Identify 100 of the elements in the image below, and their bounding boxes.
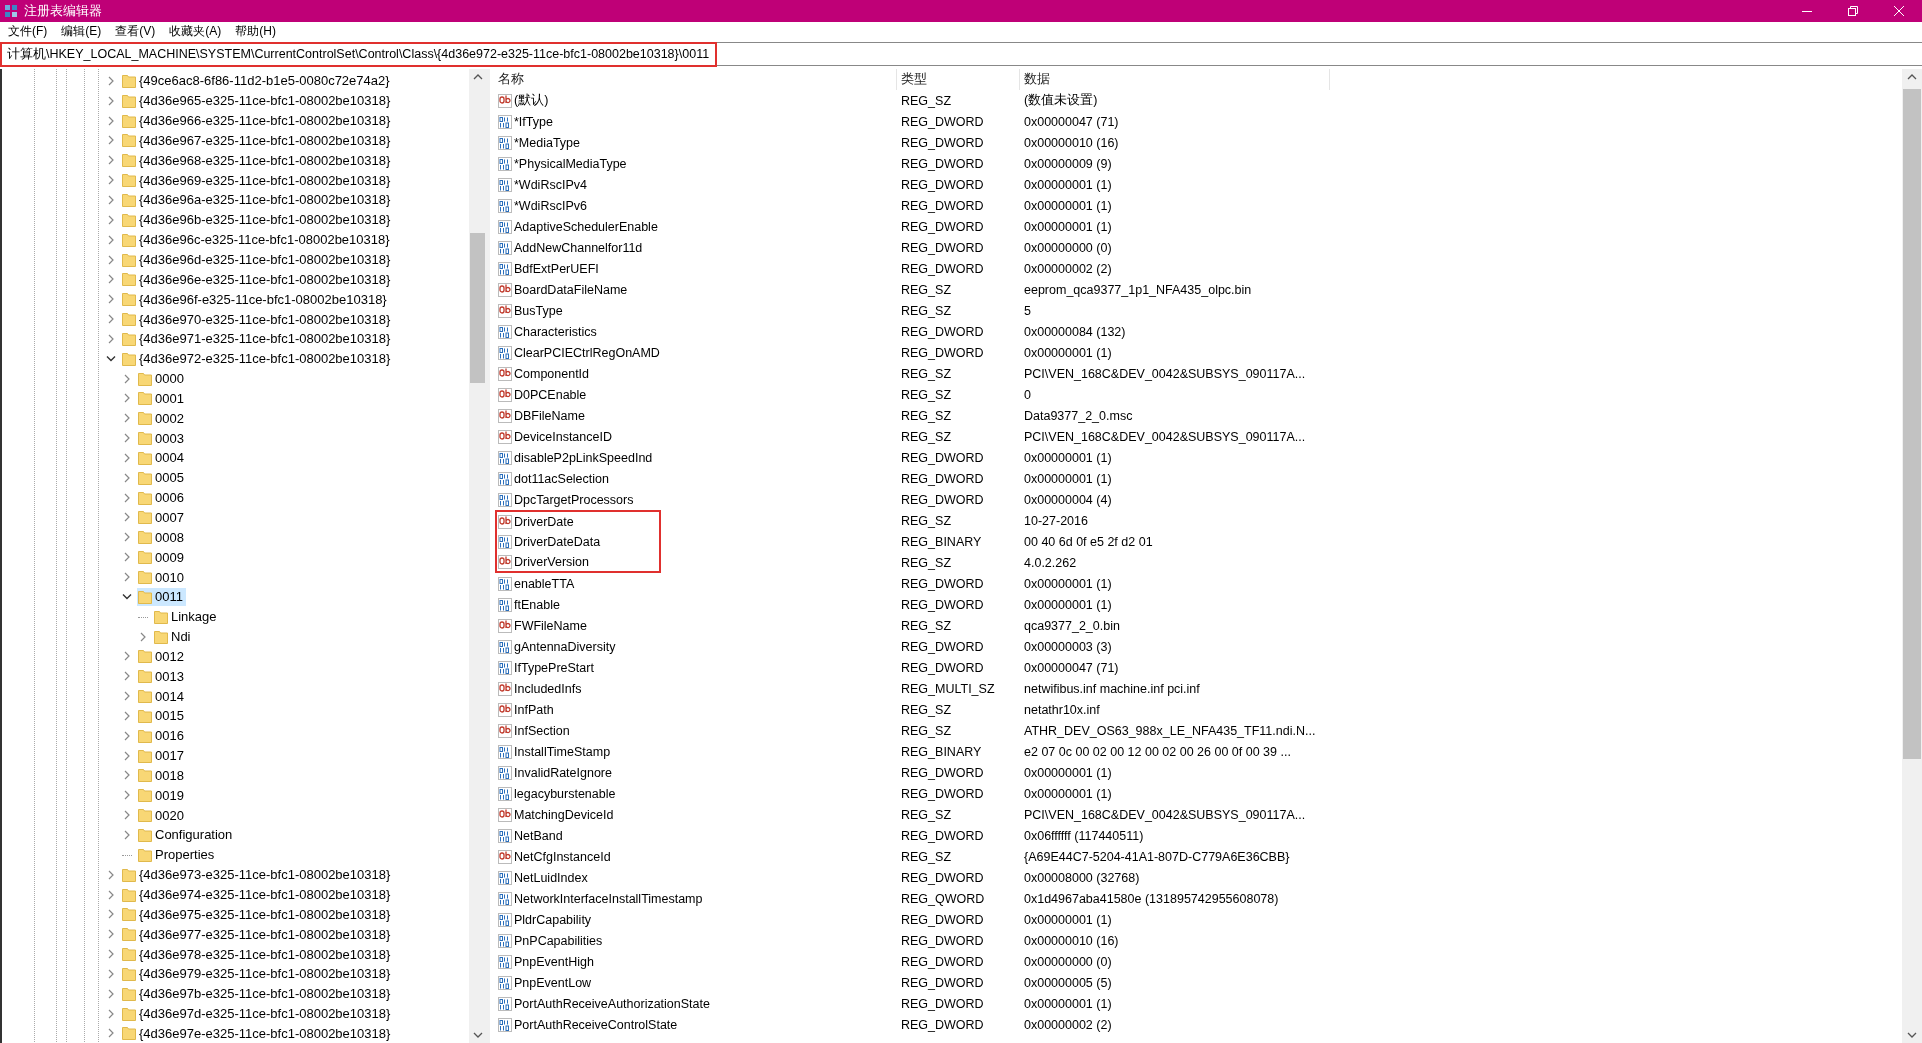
value-name[interactable]: (默认)	[495, 90, 661, 111]
tree-item[interactable]: {4d36e966-e325-11ce-bfc1-08002be10318}	[121, 111, 394, 130]
chevron-right-icon[interactable]	[106, 155, 116, 166]
value-name[interactable]: AdaptiveSchedulerEnable	[495, 216, 664, 237]
chevron-right-icon[interactable]	[122, 512, 132, 523]
scrollbar-thumb[interactable]	[470, 233, 485, 383]
tree-item[interactable]: 0011	[137, 587, 186, 606]
value-name[interactable]: disableP2pLinkSpeedInd	[495, 447, 661, 468]
chevron-right-icon[interactable]	[106, 889, 116, 900]
chevron-right-icon[interactable]	[106, 294, 116, 305]
value-name[interactable]: NetworkInterfaceInstallTimestamp	[495, 888, 709, 909]
chevron-right-icon[interactable]	[106, 254, 116, 265]
chevron-down-icon[interactable]	[122, 591, 132, 602]
chevron-right-icon[interactable]	[106, 1028, 116, 1039]
chevron-right-icon[interactable]	[106, 949, 116, 960]
value-name[interactable]: DeviceInstanceID	[495, 426, 661, 447]
chevron-right-icon[interactable]	[106, 115, 116, 126]
tree-item[interactable]: {4d36e96d-e325-11ce-bfc1-08002be10318}	[121, 250, 394, 269]
menu-item[interactable]: 查看(V)	[115, 23, 156, 40]
tree-item[interactable]: 0002	[137, 409, 187, 428]
value-name[interactable]: IfTypePreStart	[495, 657, 661, 678]
menu-item[interactable]: 帮助(H)	[235, 23, 276, 40]
tree-item[interactable]: 0001	[137, 389, 187, 408]
value-name[interactable]: Characteristics	[495, 321, 661, 342]
chevron-right-icon[interactable]	[106, 175, 116, 186]
value-name[interactable]: D0PCEnable	[495, 384, 661, 405]
scrollbar-thumb[interactable]	[1903, 89, 1921, 759]
value-name[interactable]: PldrCapability	[495, 909, 661, 930]
scroll-up-icon[interactable]	[472, 73, 483, 81]
value-name[interactable]: ClearPCIECtrlRegOnAMD	[495, 342, 666, 363]
tree-item[interactable]: {49ce6ac8-6f86-11d2-b1e5-0080c72e74a2}	[121, 71, 393, 90]
value-name[interactable]: *IfType	[495, 111, 661, 132]
tree-item[interactable]: 0010	[137, 568, 187, 586]
value-name[interactable]: *WdiRscIPv6	[495, 195, 661, 216]
tree-item[interactable]: 0016	[137, 726, 187, 745]
tree-item[interactable]: 0012	[137, 647, 187, 666]
chevron-right-icon[interactable]	[122, 710, 132, 721]
chevron-right-icon[interactable]	[122, 671, 132, 682]
chevron-right-icon[interactable]	[122, 691, 132, 702]
tree-item[interactable]: {4d36e969-e325-11ce-bfc1-08002be10318}	[121, 171, 394, 190]
value-name[interactable]: DpcTargetProcessors	[495, 489, 661, 510]
tree-item[interactable]: {4d36e965-e325-11ce-bfc1-08002be10318}	[121, 91, 394, 110]
tree-item[interactable]: {4d36e96a-e325-11ce-bfc1-08002be10318}	[121, 191, 394, 209]
chevron-right-icon[interactable]	[122, 790, 132, 801]
chevron-right-icon[interactable]	[106, 75, 116, 86]
tree-item[interactable]: 0020	[137, 806, 187, 825]
chevron-right-icon[interactable]	[122, 393, 132, 404]
chevron-right-icon[interactable]	[106, 314, 116, 325]
tree-item[interactable]: {4d36e974-e325-11ce-bfc1-08002be10318}	[121, 885, 394, 904]
tree-item[interactable]: 0019	[137, 786, 187, 805]
scroll-up-icon[interactable]	[1907, 73, 1917, 81]
tree-item[interactable]: {4d36e979-e325-11ce-bfc1-08002be10318}	[121, 964, 394, 983]
value-name[interactable]: *PhysicalMediaType	[495, 153, 661, 174]
tree-item[interactable]: {4d36e975-e325-11ce-bfc1-08002be10318}	[121, 905, 394, 924]
tree-item[interactable]: 0013	[137, 667, 187, 686]
chevron-right-icon[interactable]	[106, 988, 116, 999]
value-name[interactable]: NetBand	[495, 825, 661, 846]
value-name[interactable]: *MediaType	[495, 132, 661, 153]
tree-item[interactable]: 0007	[137, 508, 187, 527]
value-name[interactable]: InfPath	[495, 699, 661, 720]
chevron-down-icon[interactable]	[106, 353, 116, 364]
chevron-right-icon[interactable]	[122, 373, 132, 384]
tree-item[interactable]: {4d36e977-e325-11ce-bfc1-08002be10318}	[121, 925, 394, 944]
value-name[interactable]: MatchingDeviceId	[495, 804, 661, 825]
value-name[interactable]: PortAuthReceiveAuthorizationState	[495, 993, 716, 1014]
chevron-right-icon[interactable]	[122, 452, 132, 463]
value-name[interactable]: NetLuidIndex	[495, 867, 661, 888]
chevron-right-icon[interactable]	[106, 95, 116, 106]
chevron-right-icon[interactable]	[106, 135, 116, 146]
tree-item[interactable]: 0015	[137, 706, 187, 725]
column-header[interactable]: 类型	[897, 69, 1020, 90]
value-name[interactable]: ftEnable	[495, 594, 661, 615]
chevron-right-icon[interactable]	[106, 274, 116, 285]
chevron-right-icon[interactable]	[138, 631, 148, 642]
tree-item[interactable]: 0006	[137, 488, 187, 507]
value-name[interactable]: BdfExtPerUEFI	[495, 258, 661, 279]
menu-item[interactable]: 编辑(E)	[61, 23, 102, 40]
tree-item[interactable]: {4d36e978-e325-11ce-bfc1-08002be10318}	[121, 945, 394, 964]
tree-item[interactable]: {4d36e96b-e325-11ce-bfc1-08002be10318}	[121, 210, 394, 229]
chevron-right-icon[interactable]	[122, 770, 132, 781]
chevron-right-icon[interactable]	[122, 750, 132, 761]
tree-item[interactable]: 0008	[137, 528, 187, 547]
tree-item[interactable]: 0018	[137, 766, 187, 785]
value-name[interactable]: DriverDate	[495, 510, 661, 531]
value-name[interactable]: InvalidRateIgnore	[495, 762, 661, 783]
address-bar[interactable]: 计算机\HKEY_LOCAL_MACHINE\SYSTEM\CurrentControlSet\Control\Class\{4d36e972-e325-11ce-bfc1-08002be10318}\0011	[0, 42, 1922, 66]
value-name[interactable]: *WdiRscIPv4	[495, 174, 661, 195]
column-header[interactable]: 数据	[1020, 69, 1330, 90]
chevron-right-icon[interactable]	[106, 333, 116, 344]
tree-item[interactable]: {4d36e971-e325-11ce-bfc1-08002be10318}	[121, 329, 394, 348]
tree-item[interactable]: {4d36e970-e325-11ce-bfc1-08002be10318}	[121, 310, 394, 329]
value-name[interactable]: AddNewChannelfor11d	[495, 237, 661, 258]
tree-item[interactable]: {4d36e972-e325-11ce-bfc1-08002be10318}	[121, 349, 394, 368]
value-name[interactable]: InstallTimeStamp	[495, 741, 661, 762]
value-name[interactable]: DriverVersion	[495, 552, 661, 573]
scrollbar[interactable]	[1902, 69, 1922, 1043]
tree-item[interactable]: {4d36e96f-e325-11ce-bfc1-08002be10318}	[121, 290, 390, 309]
chevron-right-icon[interactable]	[122, 472, 132, 483]
tree-item[interactable]: 0009	[137, 548, 187, 567]
tree-item[interactable]: Linkage	[153, 607, 220, 626]
